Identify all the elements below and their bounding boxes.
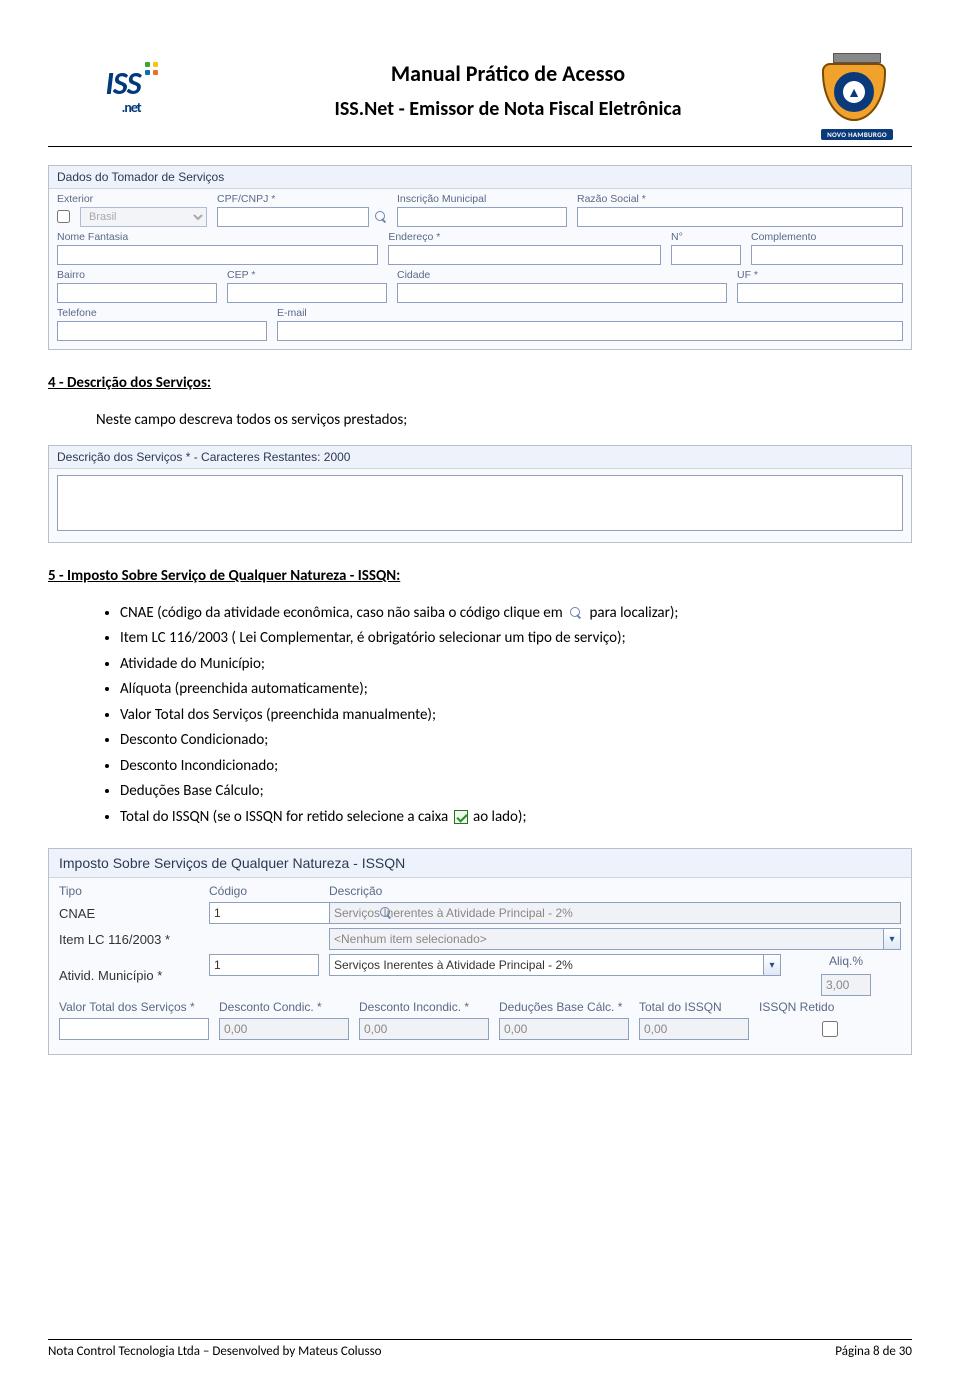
tomador-panel: Dados do Tomador de Serviços Exterior Br… [48, 165, 912, 350]
label-complemento: Complemento [751, 231, 903, 243]
label-cpfcnpj: CPF/CNPJ * [217, 193, 387, 205]
complemento-input[interactable] [751, 245, 903, 265]
exterior-checkbox[interactable] [57, 210, 70, 223]
footer-right: Página 8 de 30 [835, 1344, 912, 1359]
label-cidade: Cidade [397, 269, 727, 281]
label-dedbase: Deduções Base Cálc. * [499, 1000, 629, 1014]
municipal-crest: ▲ NOVO HAMBURGO [802, 40, 912, 140]
sec5-heading: 5 - Imposto Sobre Serviço de Qualquer Na… [48, 565, 912, 588]
label-totalissqn: Total do ISSQN [639, 1000, 749, 1014]
list-item: CNAE (código da atividade econômica, cas… [120, 602, 912, 625]
list-item: Item LC 116/2003 ( Lei Complementar, é o… [120, 627, 912, 650]
cpfcnpj-input[interactable] [217, 207, 369, 227]
label-endereco: Endereço * [388, 231, 661, 243]
issnet-logo-text: ISS [105, 64, 140, 103]
label-exterior: Exterior [57, 193, 207, 205]
cnae-descricao-input [329, 902, 901, 924]
label-retido: ISSQN Retido [759, 1000, 901, 1014]
cpfcnpj-search-icon[interactable] [373, 209, 389, 225]
item-dropdown-icon[interactable]: ▾ [883, 928, 901, 950]
label-codigo: Código [209, 884, 319, 898]
nomefant-input[interactable] [57, 245, 378, 265]
desccond-input[interactable] [219, 1018, 349, 1040]
sec4-heading: 4 - Descrição dos Serviços: [48, 372, 912, 395]
document-header: ISS .net Manual Prático de Acesso ISS.Ne… [48, 40, 912, 147]
telefone-input[interactable] [57, 321, 267, 341]
doc-subtitle: ISS.Net - Emissor de Nota Fiscal Eletrôn… [214, 97, 802, 121]
checkbox-icon [454, 810, 468, 824]
label-cep: CEP * [227, 269, 387, 281]
label-aliq: Aliq.% [829, 954, 863, 968]
bairro-input[interactable] [57, 283, 217, 303]
cep-input[interactable] [227, 283, 387, 303]
uf-input[interactable] [737, 283, 903, 303]
totalissqn-input [639, 1018, 749, 1040]
item-desc-input [329, 928, 884, 950]
dedbase-input[interactable] [499, 1018, 629, 1040]
label-inscmun: Inscrição Municipal [397, 193, 567, 205]
label-razao: Razão Social * [577, 193, 903, 205]
document-footer: Nota Control Tecnologia Ltda – Desenvolv… [48, 1339, 912, 1359]
descincond-input[interactable] [359, 1018, 489, 1040]
descricao-textarea[interactable] [57, 475, 903, 531]
razao-input[interactable] [577, 207, 903, 227]
retido-checkbox[interactable] [822, 1021, 838, 1037]
label-bairro: Bairro [57, 269, 217, 281]
issqn-title: Imposto Sobre Serviços de Qualquer Natur… [49, 849, 911, 878]
ativ-dropdown-icon[interactable]: ▾ [763, 954, 781, 976]
row-label-cnae: CNAE [59, 906, 199, 921]
aliq-input [821, 974, 871, 996]
row-label-item: Item LC 116/2003 * [59, 932, 199, 947]
cidade-input[interactable] [397, 283, 727, 303]
label-descricao: Descrição [329, 884, 901, 898]
ativ-codigo-input[interactable] [209, 954, 319, 976]
crest-ribbon: NOVO HAMBURGO [821, 129, 893, 140]
tomador-title: Dados do Tomador de Serviços [49, 166, 911, 189]
footer-left: Nota Control Tecnologia Ltda – Desenvolv… [48, 1344, 382, 1359]
list-item: Desconto Condicionado; [120, 729, 912, 752]
list-item: Desconto Incondicionado; [120, 755, 912, 778]
numero-input[interactable] [671, 245, 741, 265]
sec4-lead: Neste campo descreva todos os serviços p… [96, 409, 912, 432]
label-valortotal: Valor Total dos Serviços * [59, 1000, 209, 1014]
cnae-search-icon[interactable] [378, 905, 394, 921]
list-item: Deduções Base Cálculo; [120, 780, 912, 803]
sec5-bullet-list: CNAE (código da atividade econômica, cas… [120, 602, 912, 829]
row-label-ativ: Ativid. Município * [59, 968, 199, 983]
inscmun-input[interactable] [397, 207, 567, 227]
descricao-title: Descrição dos Serviços * - Caracteres Re… [49, 446, 911, 469]
label-email: E-mail [277, 307, 903, 319]
label-telefone: Telefone [57, 307, 267, 319]
label-descincond: Desconto Incondic. * [359, 1000, 489, 1014]
label-numero: N° [671, 231, 741, 243]
label-desccond: Desconto Condic. * [219, 1000, 349, 1014]
list-item: Alíquota (preenchida automaticamente); [120, 678, 912, 701]
label-nomefant: Nome Fantasia [57, 231, 378, 243]
valortotal-input[interactable] [59, 1018, 209, 1040]
issnet-logo-squares-icon [143, 60, 163, 80]
descricao-panel: Descrição dos Serviços * - Caracteres Re… [48, 445, 912, 543]
email-input[interactable] [277, 321, 903, 341]
list-item: Atividade do Município; [120, 653, 912, 676]
doc-title: Manual Prático de Acesso [214, 60, 802, 87]
list-item: Total do ISSQN (se o ISSQN for retido se… [120, 806, 912, 829]
list-item: Valor Total dos Serviços (preenchida man… [120, 704, 912, 727]
pais-select[interactable]: Brasil [80, 207, 207, 227]
issnet-logo: ISS .net [48, 61, 198, 119]
ativ-desc-input[interactable] [329, 954, 764, 976]
magnifier-icon [568, 605, 584, 621]
endereco-input[interactable] [388, 245, 661, 265]
label-uf: UF * [737, 269, 903, 281]
issqn-panel: Imposto Sobre Serviços de Qualquer Natur… [48, 848, 912, 1055]
label-tipo: Tipo [59, 884, 199, 898]
